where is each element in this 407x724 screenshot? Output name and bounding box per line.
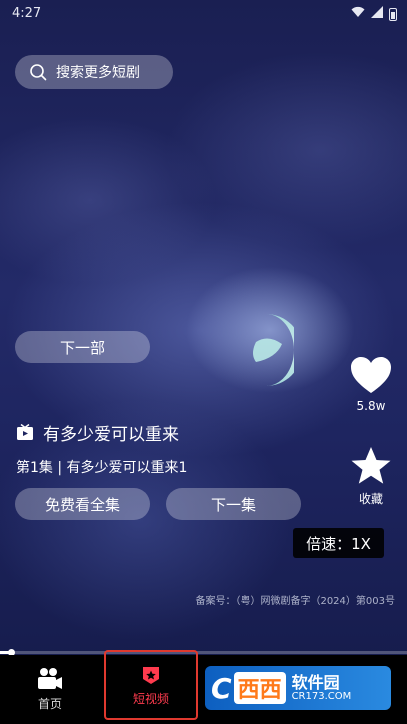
battery-icon [389, 7, 397, 21]
wifi-icon [351, 6, 365, 22]
search-placeholder: 搜索更多短剧 [56, 65, 140, 81]
drama-title-text: 有多少爱可以重来 [43, 425, 179, 445]
record-number: 备案号：（粤）网微剧备字（2024）第003号 [195, 596, 395, 607]
next-episode-button[interactable]: 下一集 [166, 488, 301, 520]
heart-icon [351, 357, 391, 393]
status-bar: 4:27 [0, 0, 407, 28]
like-count: 5.8w [356, 399, 386, 413]
star-icon [351, 447, 391, 484]
watch-all-free-button[interactable]: 免费看全集 [15, 488, 150, 520]
camera-icon [38, 668, 62, 689]
like-button[interactable]: 5.8w [347, 355, 395, 413]
site-watermark: C 西西 软件园 CR173.COM [205, 666, 391, 710]
drama-title: 有多少爱可以重来 [16, 420, 179, 445]
favorite-button[interactable]: 收藏 [347, 446, 395, 507]
short-video-icon [143, 666, 159, 684]
next-part-button[interactable]: 下一部 [15, 331, 150, 363]
favorite-label: 收藏 [358, 492, 383, 506]
status-time: 4:27 [12, 6, 42, 21]
tv-icon [17, 423, 33, 440]
episode-label: 第1集 | 有多少爱可以重来1 [16, 460, 188, 476]
signal-icon [371, 6, 383, 22]
moon-image [253, 314, 294, 386]
tab-home[interactable]: 首页 [10, 655, 90, 724]
watermark-mark: C [211, 671, 232, 705]
tab-short-label: 短视频 [132, 691, 169, 706]
watermark-cn: 软件园 [291, 672, 340, 692]
tab-home-label: 首页 [37, 697, 62, 711]
search-icon [30, 64, 47, 81]
watermark-brand: 西西 [233, 672, 286, 704]
video-screen[interactable]: 4:27 搜索更多短剧 下一部 有多少爱可以重来 第1集 | 有多少爱可以重来1… [0, 0, 407, 724]
speed-button[interactable]: 倍速：1X [293, 528, 384, 558]
progress-bar[interactable] [0, 649, 407, 656]
tab-short-video[interactable]: 短视频 [104, 650, 198, 720]
search-bar[interactable]: 搜索更多短剧 [15, 55, 173, 89]
watermark-en: CR173.COM [291, 691, 352, 703]
